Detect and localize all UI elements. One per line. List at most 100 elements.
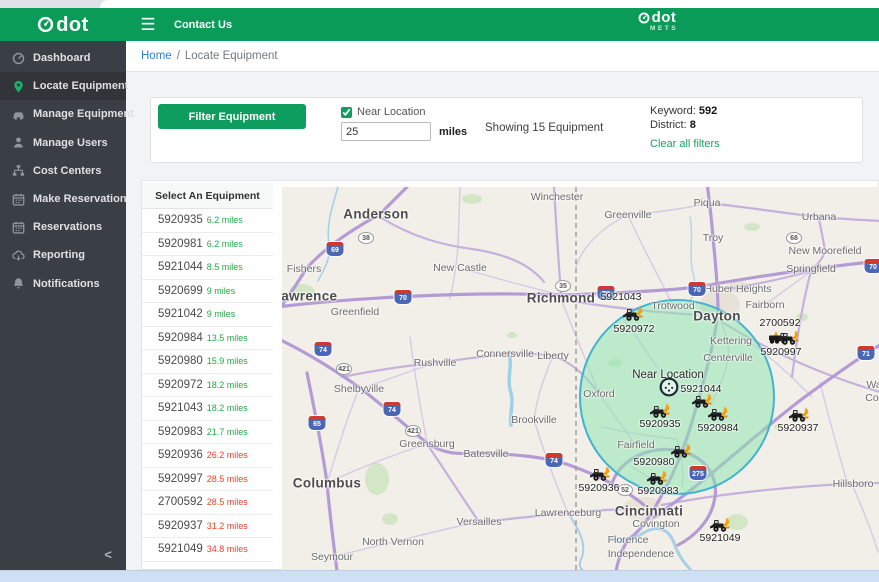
sidebar-collapse-button[interactable]: < xyxy=(104,547,112,562)
equipment-rows: 59209356.2 miles59209816.2 miles59210448… xyxy=(142,209,273,562)
equipment-row[interactable]: 592099728.5 miles xyxy=(142,468,273,492)
interstate-shield-70: 70 xyxy=(395,290,412,304)
route-shield-421: 421 xyxy=(405,425,421,437)
calendar-icon xyxy=(12,221,25,234)
district-value: 8 xyxy=(690,119,696,131)
map-city-label: Lawrence xyxy=(282,289,337,304)
map-city-label: Centerville xyxy=(703,352,753,364)
map-city-label: Batesville xyxy=(464,448,509,460)
map-city-label: Greenville xyxy=(604,209,651,221)
breadcrumb-home-link[interactable]: Home xyxy=(141,50,172,62)
map-city-label: Brookville xyxy=(511,414,557,426)
map-city-label: Winchester xyxy=(531,191,584,203)
showing-count-label: Showing 15 Equipment xyxy=(485,122,603,134)
sidebar-item-reservations[interactable]: Reservations xyxy=(0,213,126,241)
equipment-row[interactable]: 592097218.2 miles xyxy=(142,374,273,398)
equipment-marker-5920972[interactable] xyxy=(623,307,645,322)
sitemap-icon xyxy=(12,164,25,177)
equipment-id: 5921042 xyxy=(158,308,203,320)
equipment-marker-5920935[interactable] xyxy=(650,404,672,419)
equipment-row[interactable]: 592098321.7 miles xyxy=(142,421,273,445)
radius-miles-input[interactable] xyxy=(341,122,431,141)
map-canvas[interactable]: WinchesterAndersonGreenvillePiquaUrbanaT… xyxy=(282,187,879,571)
near-location-label[interactable]: Near Location xyxy=(357,106,426,118)
contact-us-link[interactable]: Contact Us xyxy=(174,8,232,41)
near-location-icon[interactable] xyxy=(658,376,680,398)
interstate-shield-70: 70 xyxy=(865,259,879,273)
equipment-id: 5920997 xyxy=(158,473,203,485)
map-city-label: North Vernon xyxy=(362,536,424,548)
equipment-row[interactable]: 592098413.5 miles xyxy=(142,327,273,351)
odot-mets-logo: dot METS xyxy=(612,10,702,33)
equipment-row[interactable]: 59210429 miles xyxy=(142,303,273,327)
equipment-marker[interactable] xyxy=(779,331,801,346)
equipment-marker-label: 5920972 xyxy=(614,323,655,335)
equipment-row[interactable]: 592104934.8 miles xyxy=(142,538,273,562)
menu-toggle-icon[interactable]: ☰ xyxy=(132,8,164,41)
route-shield-38: 38 xyxy=(358,232,374,244)
map-city-label: Liberty xyxy=(537,350,569,362)
sidebar-item-label: Reservations xyxy=(33,221,102,233)
equipment-row[interactable]: 270059228.5 miles xyxy=(142,491,273,515)
sidebar-item-notifications[interactable]: Notifications xyxy=(0,270,126,298)
map-city-label: Kettering xyxy=(710,335,752,347)
map-city-label: Anderson xyxy=(343,207,408,222)
map-city-label: Fairfield xyxy=(617,439,654,451)
sidebar-item-dashboard[interactable]: Dashboard xyxy=(0,44,126,72)
equipment-row[interactable]: 59206999 miles xyxy=(142,280,273,304)
sidebar-item-label: Manage Equipment xyxy=(33,108,134,120)
interstate-shield-65: 65 xyxy=(309,416,326,430)
map-city-label: Rushville xyxy=(414,357,457,369)
map-city-label: Richmond xyxy=(527,291,595,306)
sidebar-item-manage-users[interactable]: Manage Users xyxy=(0,129,126,157)
equipment-row[interactable]: 59210448.5 miles xyxy=(142,256,273,280)
sidebar-item-locate-equipment[interactable]: Locate Equipment xyxy=(0,72,126,100)
equipment-marker-label: 5920980 xyxy=(634,456,675,468)
filter-equipment-button[interactable]: Filter Equipment xyxy=(158,104,306,129)
brand-right-text: dot xyxy=(652,10,677,25)
equipment-marker-label: 5920984 xyxy=(698,422,739,434)
equipment-id: 5921049 xyxy=(158,543,203,555)
sidebar-item-label: Manage Users xyxy=(33,137,108,149)
sidebar-item-make-reservation[interactable]: Make Reservation xyxy=(0,185,126,213)
brand-right-sub: METS xyxy=(626,26,702,33)
near-location-checkbox[interactable] xyxy=(341,107,352,118)
equipment-id: 5920984 xyxy=(158,332,203,344)
sidebar-items: Dashboard Locate EquipmentManage Equipmen… xyxy=(0,44,126,298)
sidebar-item-cost-centers[interactable]: Cost Centers xyxy=(0,157,126,185)
interstate-shield-74: 74 xyxy=(384,402,401,416)
equipment-distance: 8.5 miles xyxy=(207,262,243,272)
equipment-marker-5920937[interactable] xyxy=(789,408,811,423)
equipment-row[interactable]: 592104318.2 miles xyxy=(142,397,273,421)
equipment-marker-5920983[interactable] xyxy=(647,471,669,486)
sidebar-item-label: Dashboard xyxy=(33,52,90,64)
route-shield-35: 35 xyxy=(555,280,571,292)
sidebar-item-label: Cost Centers xyxy=(33,165,101,177)
interstate-shield-74: 74 xyxy=(546,453,563,467)
equipment-marker-5920936[interactable] xyxy=(590,467,612,482)
application-window: dot ☰ Contact Us dot METS Dashboard Locat… xyxy=(0,0,879,582)
equipment-id: 5921043 xyxy=(158,402,203,414)
equipment-row[interactable]: 59209816.2 miles xyxy=(142,233,273,257)
odot-logo[interactable]: dot xyxy=(0,8,126,41)
map-overlay-layer: WinchesterAndersonGreenvillePiquaUrbanaT… xyxy=(282,187,879,571)
equipment-marker-5920984[interactable] xyxy=(708,407,730,422)
equipment-row[interactable]: 59209356.2 miles xyxy=(142,209,273,233)
equipment-marker-label: 5921049 xyxy=(700,532,741,544)
clear-all-filters-link[interactable]: Clear all filters xyxy=(650,138,720,150)
breadcrumb: Home / Locate Equipment xyxy=(126,41,879,72)
gauge-icon xyxy=(12,52,25,65)
equipment-row[interactable]: 592093626.2 miles xyxy=(142,444,273,468)
equipment-row[interactable]: 592098015.9 miles xyxy=(142,350,273,374)
equipment-row[interactable]: 592093731.2 miles xyxy=(142,515,273,539)
odot-mets-circle-icon xyxy=(638,12,650,24)
equipment-id: 5920980 xyxy=(158,355,203,367)
equipment-id: 5920983 xyxy=(158,426,203,438)
map-city-label: Florence xyxy=(608,534,649,546)
sidebar-item-label: Notifications xyxy=(33,278,100,290)
equipment-marker-label: 5920936 xyxy=(579,482,620,494)
equipment-distance: 18.2 miles xyxy=(207,380,248,390)
sidebar-item-manage-equipment[interactable]: Manage Equipment xyxy=(0,100,126,128)
sidebar-item-reporting[interactable]: Reporting xyxy=(0,241,126,269)
equipment-marker-5921049[interactable] xyxy=(710,518,732,533)
